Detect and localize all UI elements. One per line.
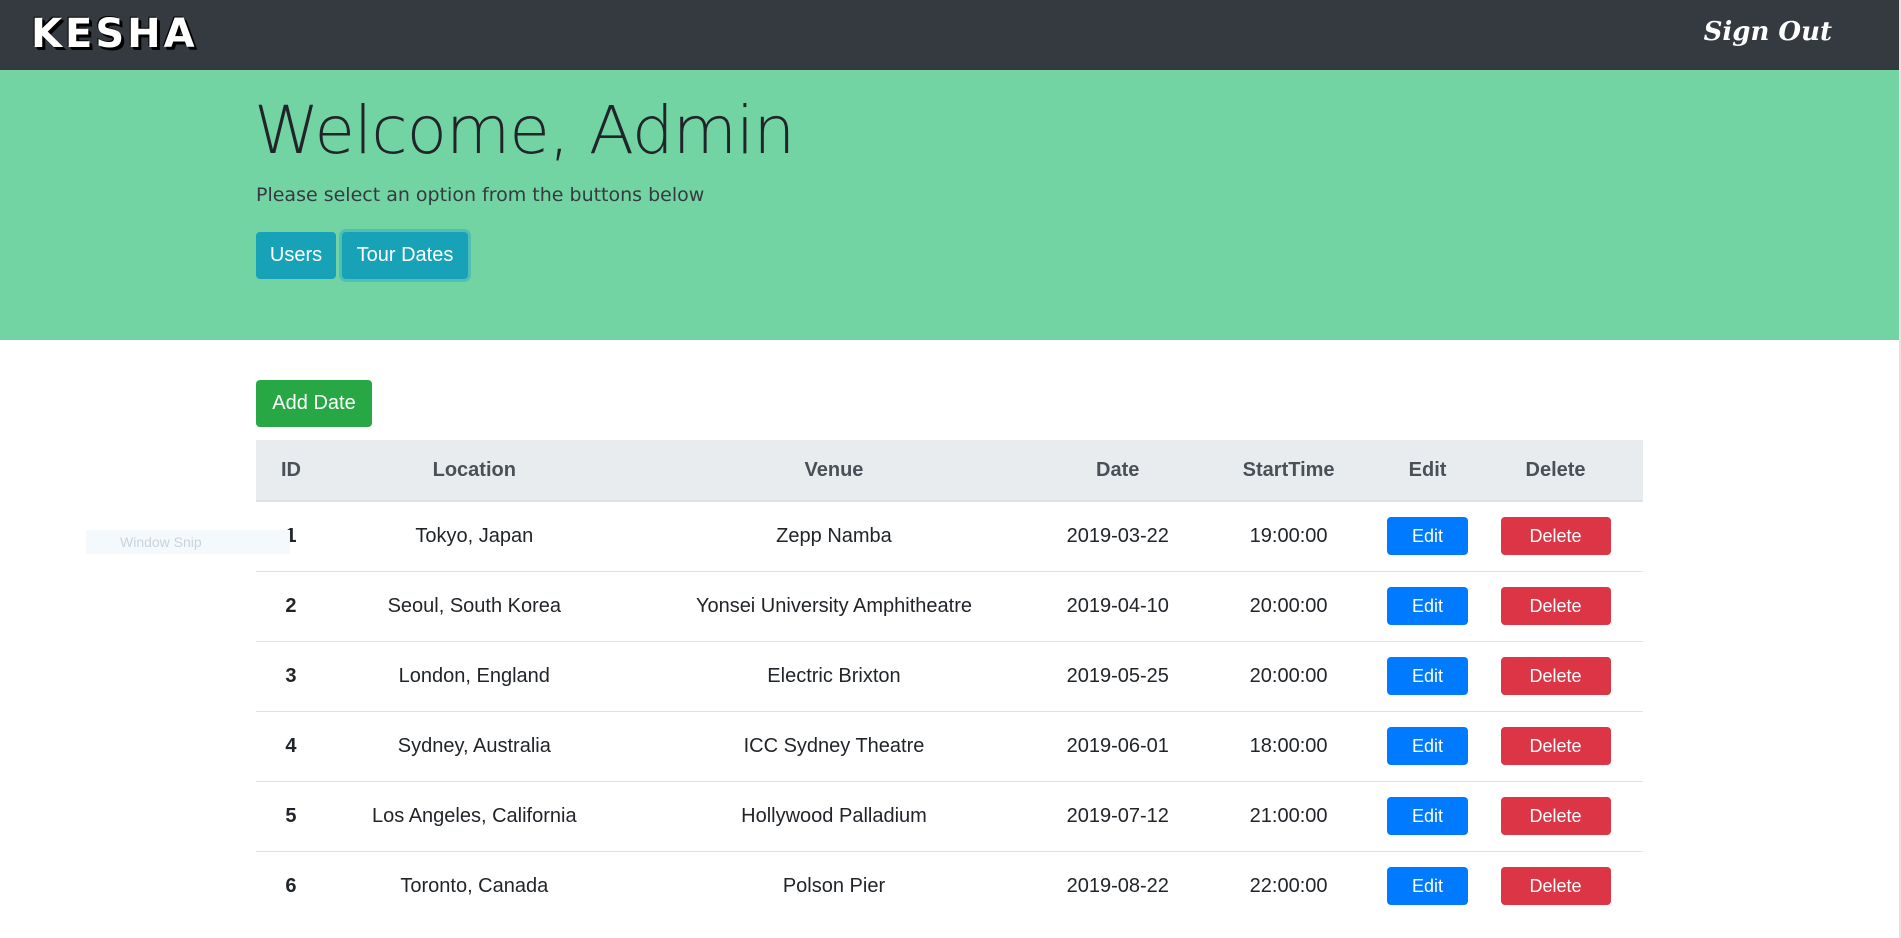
cell-delete: Delete <box>1468 501 1643 571</box>
column-header-id: ID <box>256 440 326 502</box>
cell-start-time: 20:00:00 <box>1249 594 1328 617</box>
delete-button[interactable]: Delete <box>1500 657 1611 695</box>
delete-button[interactable]: Delete <box>1500 517 1611 556</box>
column-header-start-time: StartTime <box>1190 440 1388 502</box>
cell-id: 5 <box>285 804 297 827</box>
edit-button[interactable]: Edit <box>1387 797 1469 835</box>
delete-button[interactable]: Delete <box>1500 797 1611 835</box>
cell-delete: Delete <box>1468 711 1643 781</box>
top-navbar: KESHA Sign Out <box>0 0 1901 70</box>
cell-start-time: 20:00:00 <box>1249 664 1328 687</box>
sign-out-link[interactable]: Sign Out <box>1704 17 1832 47</box>
edit-button[interactable]: Edit <box>1387 727 1469 765</box>
tour-dates-button[interactable]: Tour Dates <box>342 232 468 279</box>
cell-date: 2019-07-12 <box>1066 804 1169 827</box>
cell-id: 6 <box>285 874 297 897</box>
cell-id: 3 <box>285 664 297 687</box>
cell-edit: Edit <box>1387 711 1469 781</box>
cell-start-time: 22:00:00 <box>1249 874 1328 897</box>
cell-venue: Zepp Namba <box>776 524 892 547</box>
hero-subtitle: Please select an option from the buttons… <box>256 184 705 206</box>
users-button[interactable]: Users <box>256 232 336 279</box>
cell-delete: Delete <box>1468 851 1643 921</box>
table-row: 1 Tokyo, Japan Zepp Namba 2019-03-22 19:… <box>256 501 1643 571</box>
cell-edit: Edit <box>1387 851 1469 921</box>
column-header-venue: Venue <box>622 440 1046 502</box>
table-header-row: ID Location Venue Date StartTime Edit De… <box>256 440 1643 502</box>
edit-button[interactable]: Edit <box>1387 587 1469 625</box>
cell-edit: Edit <box>1387 641 1469 711</box>
cell-edit: Edit <box>1387 501 1469 571</box>
column-header-edit: Edit <box>1387 440 1469 502</box>
cell-location: Sydney, Australia <box>397 734 551 757</box>
delete-button[interactable]: Delete <box>1500 587 1611 625</box>
window-snip-overlay: Window Snip <box>86 530 290 554</box>
page-title: Welcome, Admin <box>254 92 795 169</box>
table-row: 6 Toronto, Canada Polson Pier 2019-08-22… <box>256 851 1643 921</box>
table-row: 4 Sydney, Australia ICC Sydney Theatre 2… <box>256 711 1643 781</box>
cell-venue: Yonsei University Amphitheatre <box>695 594 973 617</box>
cell-id: 2 <box>285 594 297 617</box>
table-row: 3 London, England Electric Brixton 2019-… <box>256 641 1643 711</box>
cell-location: Tokyo, Japan <box>415 524 534 547</box>
column-header-delete: Delete <box>1468 440 1643 502</box>
cell-location: London, England <box>398 664 550 687</box>
cell-start-time: 19:00:00 <box>1249 524 1328 547</box>
table-row: 2 Seoul, South Korea Yonsei University A… <box>256 571 1643 641</box>
cell-delete: Delete <box>1468 571 1643 641</box>
delete-button[interactable]: Delete <box>1500 727 1611 765</box>
cell-location: Toronto, Canada <box>400 874 549 897</box>
cell-venue: ICC Sydney Theatre <box>743 734 925 757</box>
cell-venue: Polson Pier <box>782 874 886 897</box>
cell-edit: Edit <box>1387 781 1469 851</box>
column-header-location: Location <box>325 440 623 502</box>
brand-logo[interactable]: KESHA <box>31 11 198 57</box>
add-date-button[interactable]: Add Date <box>256 380 372 427</box>
cell-date: 2019-03-22 <box>1066 524 1169 547</box>
column-header-date: Date <box>1045 440 1191 502</box>
tour-dates-table: ID Location Venue Date StartTime Edit De… <box>256 440 1643 921</box>
edit-button[interactable]: Edit <box>1387 517 1469 556</box>
cell-location: Los Angeles, California <box>372 804 577 827</box>
cell-date: 2019-05-25 <box>1066 664 1169 687</box>
table-row: 5 Los Angeles, California Hollywood Pall… <box>256 781 1643 851</box>
delete-button[interactable]: Delete <box>1500 867 1611 906</box>
cell-delete: Delete <box>1468 641 1643 711</box>
cell-venue: Electric Brixton <box>767 664 901 687</box>
cell-edit: Edit <box>1387 571 1469 641</box>
edit-button[interactable]: Edit <box>1387 657 1469 695</box>
cell-location: Seoul, South Korea <box>387 594 562 617</box>
cell-start-time: 18:00:00 <box>1249 734 1328 757</box>
cell-date: 2019-06-01 <box>1066 734 1169 757</box>
cell-delete: Delete <box>1468 781 1643 851</box>
hero-jumbotron: Welcome, Admin Please select an option f… <box>0 70 1901 340</box>
cell-start-time: 21:00:00 <box>1249 804 1328 827</box>
cell-id: 4 <box>285 734 297 757</box>
cell-date: 2019-04-10 <box>1066 594 1169 617</box>
cell-venue: Hollywood Palladium <box>741 804 927 827</box>
cell-date: 2019-08-22 <box>1066 874 1169 897</box>
edit-button[interactable]: Edit <box>1387 867 1469 906</box>
